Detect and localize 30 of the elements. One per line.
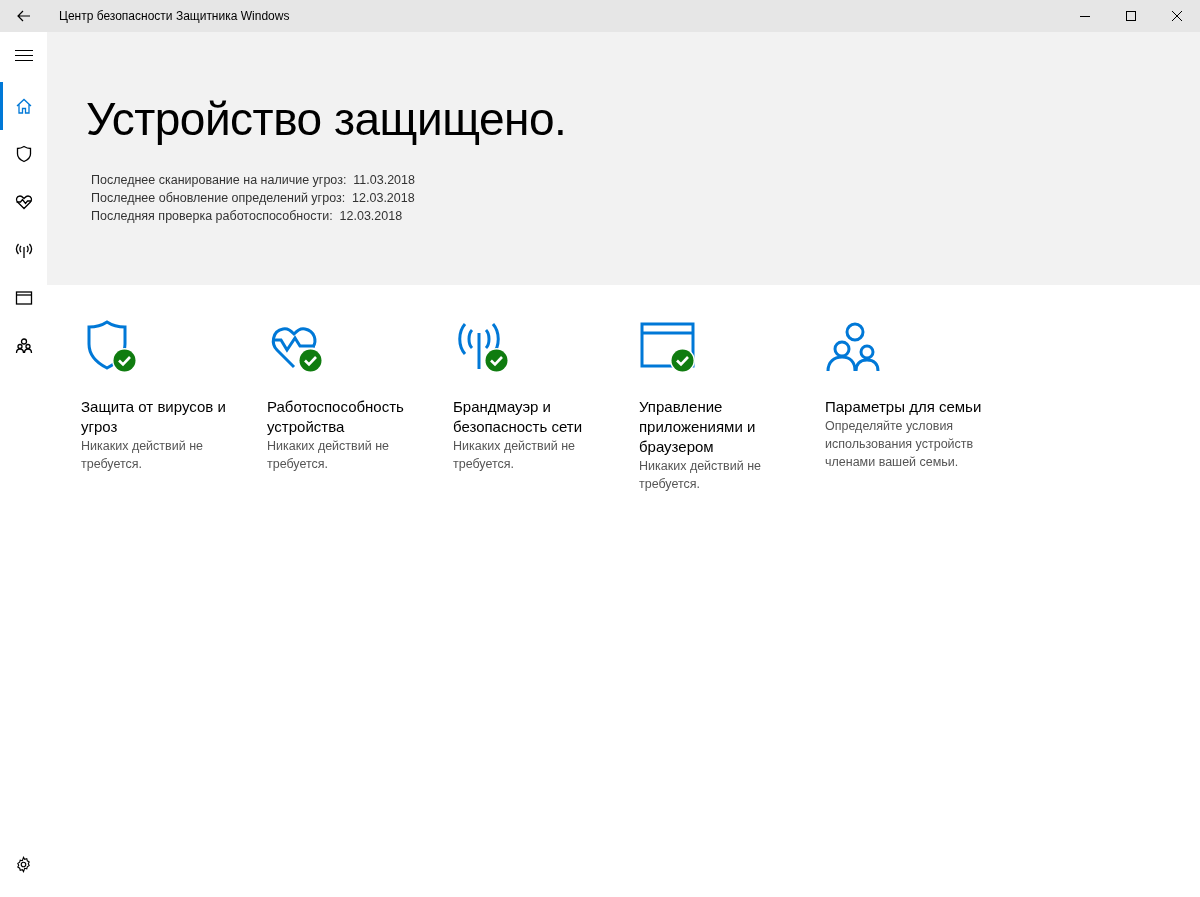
status-line: Последнее обновление определений угроз: 12.03.2018 — [91, 190, 416, 207]
settings-icon — [15, 855, 32, 873]
tile-title-link[interactable]: Управление приложениями и браузером — [639, 397, 799, 457]
tile-description: Никаких действий не требуется. — [267, 438, 390, 473]
home-icon — [14, 97, 33, 115]
check-badge-icon — [298, 348, 323, 373]
window-title: Центр безопасности Защитника Windows — [59, 8, 290, 25]
status-line: Последняя проверка работоспособности: 12.03.2018 — [91, 208, 404, 225]
shield-icon — [14, 145, 33, 163]
check-badge-icon — [670, 348, 695, 373]
maximize-icon — [1126, 11, 1136, 21]
tile-description: Никаких действий не требуется. — [453, 438, 576, 473]
close-icon — [1172, 11, 1182, 21]
antenna-icon — [14, 241, 33, 259]
check-badge-icon — [112, 348, 137, 373]
tile-description: Никаких действий не требуется. — [81, 438, 204, 473]
tile-title-link[interactable]: Параметры для семьи — [825, 397, 985, 417]
tile-description: Никаких действий не требуется. — [639, 458, 762, 493]
menu-icon — [14, 49, 33, 61]
status-line: Последнее сканирование на наличие угроз: 11.03.2018 — [91, 172, 416, 189]
minimize-icon — [1080, 15, 1090, 17]
heart-icon — [14, 193, 33, 211]
tile-title-link[interactable]: Брандмауэр и безопасность сети — [453, 397, 613, 437]
family-icon — [14, 337, 33, 355]
back-arrow-icon — [16, 10, 31, 22]
window-icon — [14, 289, 33, 307]
tile-title-link[interactable]: Работоспособность устройства — [267, 397, 427, 437]
tile-description: Определяйте условия использования устройств членами вашей семьи. — [825, 418, 975, 471]
check-badge-icon — [484, 348, 509, 373]
tile-title-link[interactable]: Защита от вирусов и угроз — [81, 397, 241, 437]
